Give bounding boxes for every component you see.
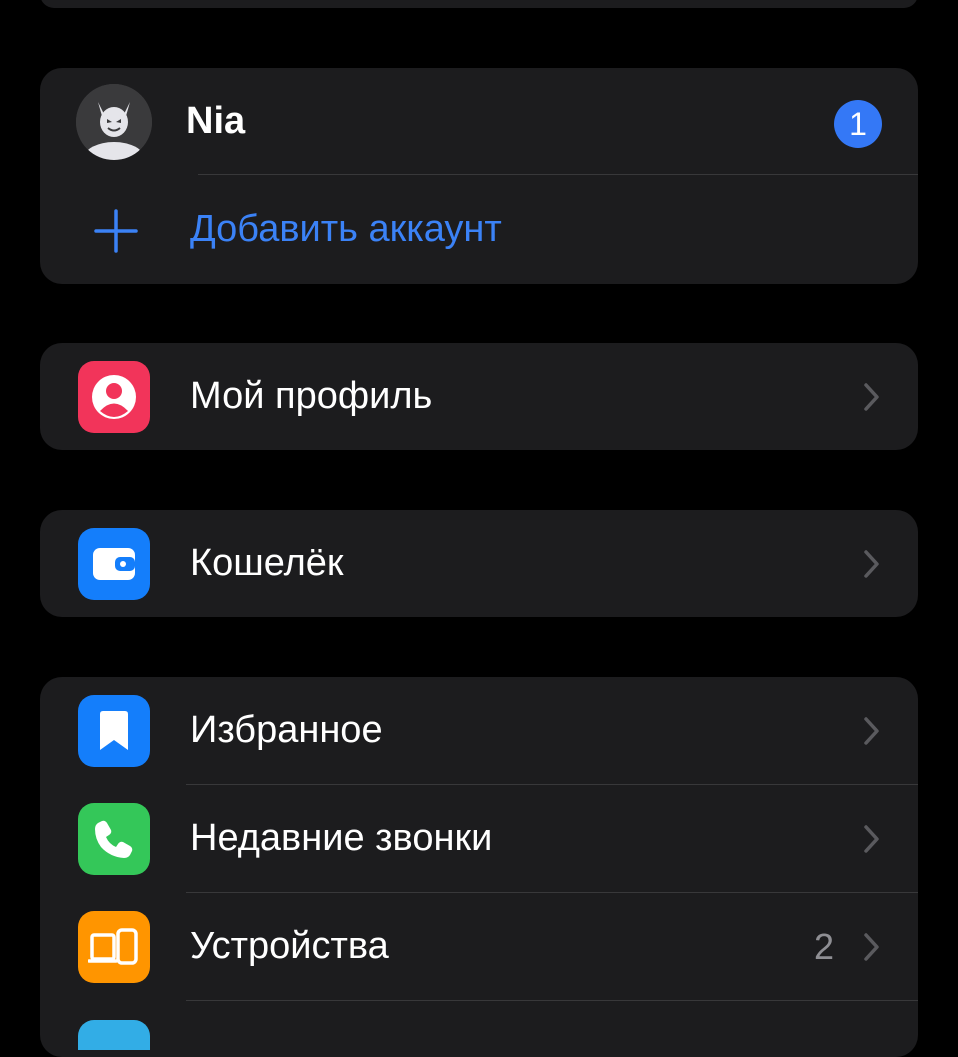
my-profile-item[interactable]: Мой профиль: [40, 343, 918, 450]
next-item-icon: [78, 1020, 150, 1050]
recent-calls-label: Недавние звонки: [190, 817, 493, 859]
avatar: [76, 84, 152, 160]
favorites-item[interactable]: Избранное: [40, 677, 918, 784]
chevron-right-icon: [864, 550, 879, 578]
chevron-right-icon: [864, 383, 879, 411]
main-menu-card: Избранное Недавние звонки Устройства 2: [40, 677, 918, 1057]
unread-badge: 1: [834, 100, 882, 148]
previous-section-card: [40, 0, 918, 8]
devices-icon: [78, 911, 150, 983]
account-name: Nia: [186, 100, 246, 142]
devices-item[interactable]: Устройства 2: [40, 893, 918, 1000]
accounts-card: Nia 1 Добавить аккаунт: [40, 68, 918, 284]
recent-calls-item[interactable]: Недавние звонки: [40, 785, 918, 892]
devil-avatar-icon: [76, 84, 152, 160]
chevron-right-icon: [864, 825, 879, 853]
person-icon: [78, 361, 150, 433]
phone-icon: [78, 803, 150, 875]
favorites-label: Избранное: [190, 709, 383, 751]
wallet-item[interactable]: Кошелёк: [40, 510, 918, 617]
bookmark-icon: [78, 695, 150, 767]
devices-count: 2: [813, 926, 834, 967]
wallet-label: Кошелёк: [190, 542, 344, 584]
divider: [186, 1000, 918, 1001]
add-account-label: Добавить аккаунт: [190, 208, 502, 250]
add-account-button[interactable]: Добавить аккаунт: [40, 175, 918, 284]
chevron-right-icon: [864, 933, 879, 961]
wallet-card: Кошелёк: [40, 510, 918, 617]
devices-label: Устройства: [190, 925, 389, 967]
my-profile-label: Мой профиль: [190, 375, 433, 417]
profile-card: Мой профиль: [40, 343, 918, 450]
chevron-right-icon: [864, 717, 879, 745]
plus-icon: [94, 209, 138, 253]
wallet-icon: [78, 528, 150, 600]
account-row-current[interactable]: Nia 1: [40, 68, 918, 174]
